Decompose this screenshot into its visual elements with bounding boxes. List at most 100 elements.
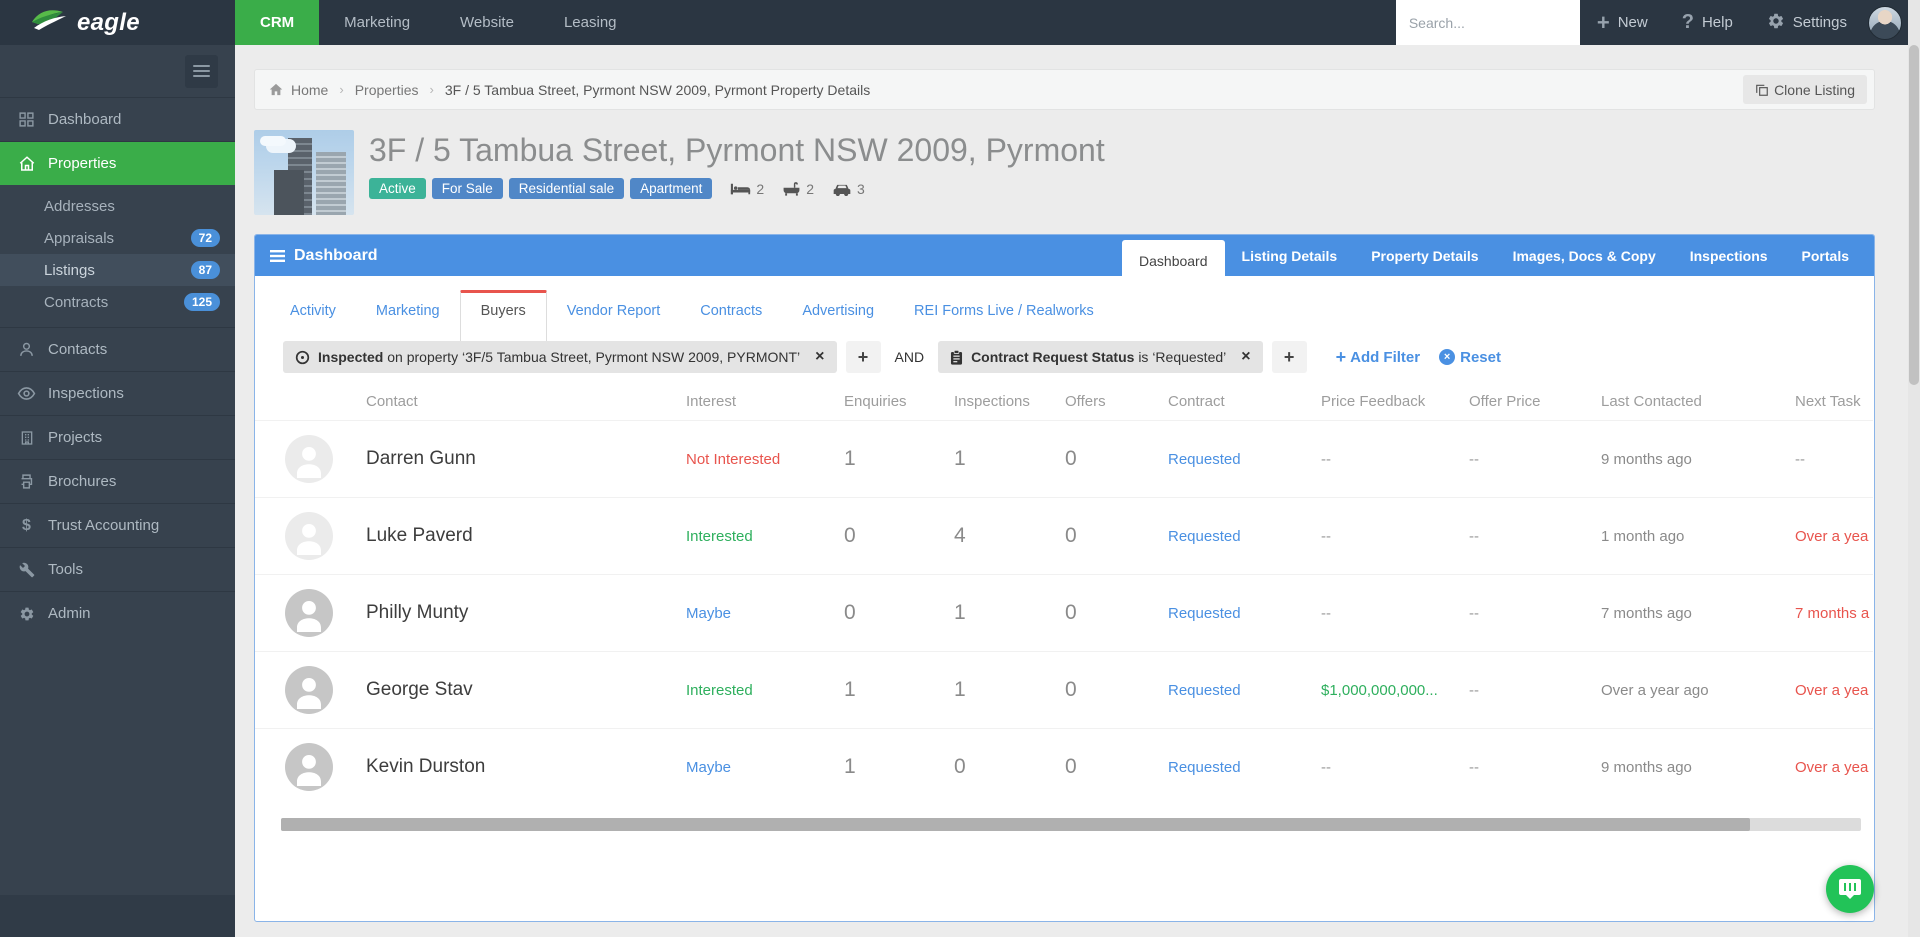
contact-avatar [285,512,333,560]
reset-label: Reset [1460,348,1501,366]
sidebar-item-label: Trust Accounting [48,517,160,534]
nav-tab-website[interactable]: Website [435,0,539,45]
subtab-contracts[interactable]: Contracts [680,291,782,331]
breadcrumb-properties[interactable]: Properties [355,82,419,98]
clone-listing-button[interactable]: Clone Listing [1743,75,1867,104]
help-label: Help [1701,14,1733,31]
subtab-activity[interactable]: Activity [270,291,356,331]
scrollbar-thumb[interactable] [281,818,1751,831]
count-badge: 72 [190,229,220,247]
subtab-vendor-report[interactable]: Vendor Report [547,291,681,331]
grid-icon [15,111,38,128]
plus-icon: + [1335,346,1347,367]
page-vertical-scrollbar[interactable] [1908,0,1920,937]
offer-price-cell: -- [1469,758,1479,776]
eye-icon [15,384,38,403]
filter-chip-contract-status[interactable]: Contract Request Status is ‘Requested’ × [938,341,1263,373]
sidebar-collapse-button[interactable] [185,54,218,88]
reset-filters-button[interactable]: × Reset [1439,349,1501,366]
sidebar-item-addresses[interactable]: Addresses [0,190,235,222]
tab-property-details[interactable]: Property Details [1354,235,1495,276]
tab-images-docs-copy[interactable]: Images, Docs & Copy [1496,235,1673,276]
sidebar-item-label: Projects [48,429,103,446]
user-avatar[interactable] [1868,5,1902,40]
contract-link[interactable]: Requested [1168,451,1321,468]
sidebar-item-inspections[interactable]: Inspections [0,371,235,415]
contact-name[interactable]: Kevin Durston [366,756,686,778]
new-button[interactable]: + New [1580,0,1665,45]
tab-inspections[interactable]: Inspections [1673,235,1785,276]
offers-cell: 0 [1065,524,1077,547]
last-contacted-cell: Over a year ago [1601,681,1709,699]
brand-logo[interactable]: eagle [0,0,235,45]
table-row[interactable]: Luke Paverd Interested 0 4 0 Requested -… [255,497,1873,574]
sidebar-item-dashboard[interactable]: Dashboard [0,97,235,141]
contract-link[interactable]: Requested [1168,682,1321,699]
search-input[interactable] [1408,14,1567,31]
nav-tab-crm[interactable]: CRM [235,0,320,45]
tab-dashboard[interactable]: Dashboard [1122,240,1225,281]
sidebar-item-appraisals[interactable]: Appraisals 72 [0,222,235,254]
cars-count: 3 [856,180,865,197]
filter-chip-inspected[interactable]: Inspected on property ‘3F/5 Tambua Stree… [283,341,837,373]
table-row[interactable]: Darren Gunn Not Interested 1 1 0 Request… [255,420,1873,497]
sidebar-item-contacts[interactable]: Contacts [0,327,235,371]
sidebar-item-properties[interactable]: Properties [0,141,235,185]
subtab-marketing[interactable]: Marketing [356,291,460,331]
nav-tab-marketing[interactable]: Marketing [319,0,435,45]
subtab-buyers[interactable]: Buyers [459,290,547,341]
table-row[interactable]: George Stav Interested 1 1 0 Requested $… [255,651,1873,728]
panel-title: Dashboard [270,247,378,265]
breadcrumb-home[interactable]: Home [291,82,328,98]
chevron-right-icon: › [429,82,434,97]
sidebar-item-tools[interactable]: Tools [0,547,235,591]
clone-icon [1755,83,1769,97]
last-contacted-cell: 7 months ago [1601,604,1692,622]
table-horizontal-scrollbar[interactable] [281,818,1861,831]
offers-cell: 0 [1065,447,1077,470]
contract-link[interactable]: Requested [1168,528,1321,545]
bed-icon [730,182,751,196]
chat-button[interactable] [1826,865,1874,913]
add-filter-button[interactable]: + Add Filter [1336,347,1421,368]
tab-portals[interactable]: Portals [1785,235,1866,276]
enquiries-cell: 1 [844,678,856,701]
contact-name[interactable]: Philly Munty [366,602,686,624]
nav-tab-leasing[interactable]: Leasing [539,0,642,45]
sidebar-item-projects[interactable]: Projects [0,415,235,459]
subtab-advertising[interactable]: Advertising [782,291,894,331]
col-price-feedback: Price Feedback [1321,393,1426,410]
sidebar-item-label: Contracts [44,293,109,311]
contract-link[interactable]: Requested [1168,759,1321,776]
sidebar-item-brochures[interactable]: Brochures [0,459,235,503]
sidebar-item-contracts[interactable]: Contracts 125 [0,286,235,318]
sidebar-item-admin[interactable]: Admin [0,591,235,635]
inspections-cell: 4 [954,524,966,547]
table-row[interactable]: Philly Munty Maybe 0 1 0 Requested -- --… [255,574,1873,651]
contact-name[interactable]: George Stav [366,679,686,701]
offers-cell: 0 [1065,601,1077,624]
contract-link[interactable]: Requested [1168,605,1321,622]
next-task-cell: -- [1795,450,1805,468]
contact-name[interactable]: Darren Gunn [366,448,686,470]
add-or-condition-button[interactable]: + [1271,341,1307,373]
sidebar-item-listings[interactable]: Listings 87 [0,254,235,286]
chat-icon [1838,878,1862,900]
help-button[interactable]: ? Help [1665,0,1750,45]
plus-icon: + [1596,9,1610,35]
property-thumbnail[interactable] [254,130,354,215]
global-search [1395,0,1580,45]
col-enquiries: Enquiries [844,393,907,410]
remove-filter-icon[interactable]: × [1241,349,1250,365]
remove-filter-icon[interactable]: × [815,349,824,365]
contact-name[interactable]: Luke Paverd [366,525,686,547]
table-row[interactable]: Kevin Durston Maybe 1 0 0 Requested -- -… [255,728,1873,805]
offer-price-cell: -- [1469,681,1479,699]
subtab-rei-forms[interactable]: REI Forms Live / Realworks [894,291,1114,331]
sidebar-item-trust-accounting[interactable]: $ Trust Accounting [0,503,235,547]
tab-listing-details[interactable]: Listing Details [1225,235,1355,276]
scrollbar-thumb[interactable] [1909,45,1919,385]
add-or-condition-button[interactable]: + [845,341,881,373]
settings-button[interactable]: Settings [1750,0,1864,45]
price-feedback-cell: -- [1321,450,1331,468]
